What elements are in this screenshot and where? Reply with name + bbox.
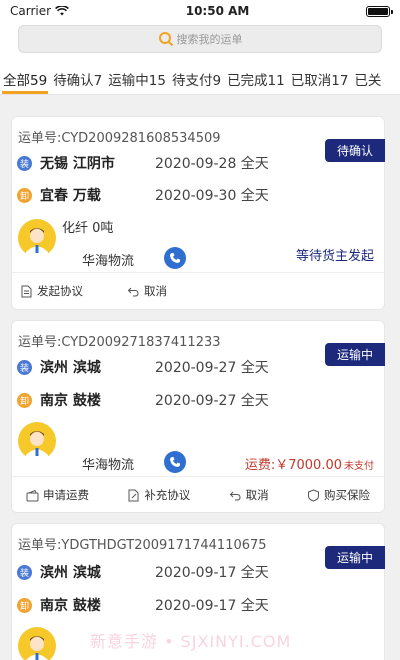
carrier-label: Carrier [10,4,52,18]
unload-icon: 卸 [17,392,32,408]
load-icon: 装 [17,359,32,375]
cancel-button[interactable]: 取消 [127,283,167,299]
status-badge: 运输中 [325,343,385,366]
cancel-label: 取消 [245,488,269,502]
load-icon: 装 [17,155,32,171]
cancel-label: 取消 [144,284,167,298]
wait-status: 等待货主发起 [295,249,374,264]
route-end: 卸 南京 鼓楼 2020-09-17 全天 [17,595,269,615]
status-badge: 待确认 [325,139,385,162]
apply-fee-button[interactable]: 申请运费 [26,487,89,503]
initiate-agreement-label: 发起协议 [37,284,83,298]
order-number: 运单号:YDGTHDGT2009171744110675 [18,538,267,553]
action-bar: 申请运费 补充协议 取消 购买保险 [12,477,384,513]
order-card[interactable]: 运单号:CYD2009281608534509 待确认 装 无锡 江阴市 202… [11,116,385,310]
unload-icon: 卸 [17,597,32,613]
route-end: 卸 南京 鼓楼 2020-09-27 全天 [17,390,269,410]
phone-icon[interactable] [164,247,186,269]
fee-info: 运费:￥7000.00 未支付 [245,454,374,473]
order-card[interactable]: 运单号:CYD2009271837411233 运输中 装 滨州 滨城 2020… [11,320,385,513]
status-badge: 运输中 [325,546,385,569]
tab-closed[interactable]: 已关 [351,62,384,94]
tab-completed[interactable]: 已完成11 [224,62,288,94]
route-start: 装 滨州 滨城 2020-09-17 全天 [17,562,269,582]
wallet-icon [26,489,39,501]
end-place: 南京 鼓楼 [40,598,101,614]
phone-icon[interactable] [164,451,186,473]
status-bar: Carrier 10:50 AM [0,0,400,22]
undo-icon [127,287,139,296]
buy-insurance-button[interactable]: 购买保险 [307,487,370,503]
start-date: 2020-09-28 全天 [155,156,269,172]
wifi-icon [55,6,70,16]
end-date: 2020-09-30 全天 [155,188,269,204]
search-placeholder: 搜索我的运单 [176,33,243,46]
tab-all[interactable]: 全部59 [0,62,50,94]
start-place: 无锡 江阴市 [40,156,115,172]
supplement-agreement-label: 补充协议 [144,488,191,502]
clock: 10:50 AM [185,4,250,18]
route-start: 装 滨州 滨城 2020-09-27 全天 [17,357,269,377]
route-end: 卸 宜春 万载 2020-09-30 全天 [17,185,269,205]
start-date: 2020-09-27 全天 [155,360,269,376]
unload-icon: 卸 [17,187,32,203]
action-bar: 发起协议 取消 [12,273,384,309]
apply-fee-label: 申请运费 [43,488,89,502]
shield-icon [307,488,319,502]
route-start: 装 无锡 江阴市 2020-09-28 全天 [17,153,269,173]
end-place: 宜春 万载 [40,188,101,204]
undo-icon [229,491,241,500]
watermark: 新意手游 • SJXINYI.COM [90,632,292,651]
driver-avatar [18,422,56,460]
cancel-button[interactable]: 取消 [229,487,269,503]
edit-document-icon [128,489,139,501]
order-number: 运单号:CYD2009271837411233 [18,335,221,350]
company-name: 华海物流 [82,254,135,269]
end-date: 2020-09-17 全天 [155,598,269,614]
battery-icon [366,5,393,17]
order-number: 运单号:CYD2009281608534509 [18,131,221,146]
document-icon [21,285,32,297]
search-input[interactable]: 搜索我的运单 [18,25,382,53]
tab-in-transit[interactable]: 运输中15 [105,62,169,94]
search-area: 搜索我的运单 [0,22,400,62]
start-date: 2020-09-17 全天 [155,565,269,581]
status-tabs: 全部59 待确认7 运输中15 待支付9 已完成11 已取消17 已关 [0,62,400,95]
load-icon: 装 [17,564,32,580]
buy-insurance-label: 购买保险 [323,488,370,502]
tab-pending-payment[interactable]: 待支付9 [169,62,224,94]
initiate-agreement-button[interactable]: 发起协议 [20,283,83,299]
tab-cancelled[interactable]: 已取消17 [288,62,352,94]
cargo-info: 化纤 0吨 [62,221,114,236]
driver-avatar [18,627,56,660]
supplement-agreement-button[interactable]: 补充协议 [127,487,190,503]
end-date: 2020-09-27 全天 [155,393,269,409]
start-place: 滨州 滨城 [40,360,101,376]
driver-avatar [18,219,56,257]
fee-status: 未支付 [344,461,374,472]
company-name: 华海物流 [82,458,135,473]
end-place: 南京 鼓楼 [40,393,101,409]
tab-pending-confirm[interactable]: 待确认7 [50,62,105,94]
search-icon [158,32,173,47]
fee-amount: 运费:￥7000.00 [244,458,342,473]
start-place: 滨州 滨城 [40,565,101,581]
